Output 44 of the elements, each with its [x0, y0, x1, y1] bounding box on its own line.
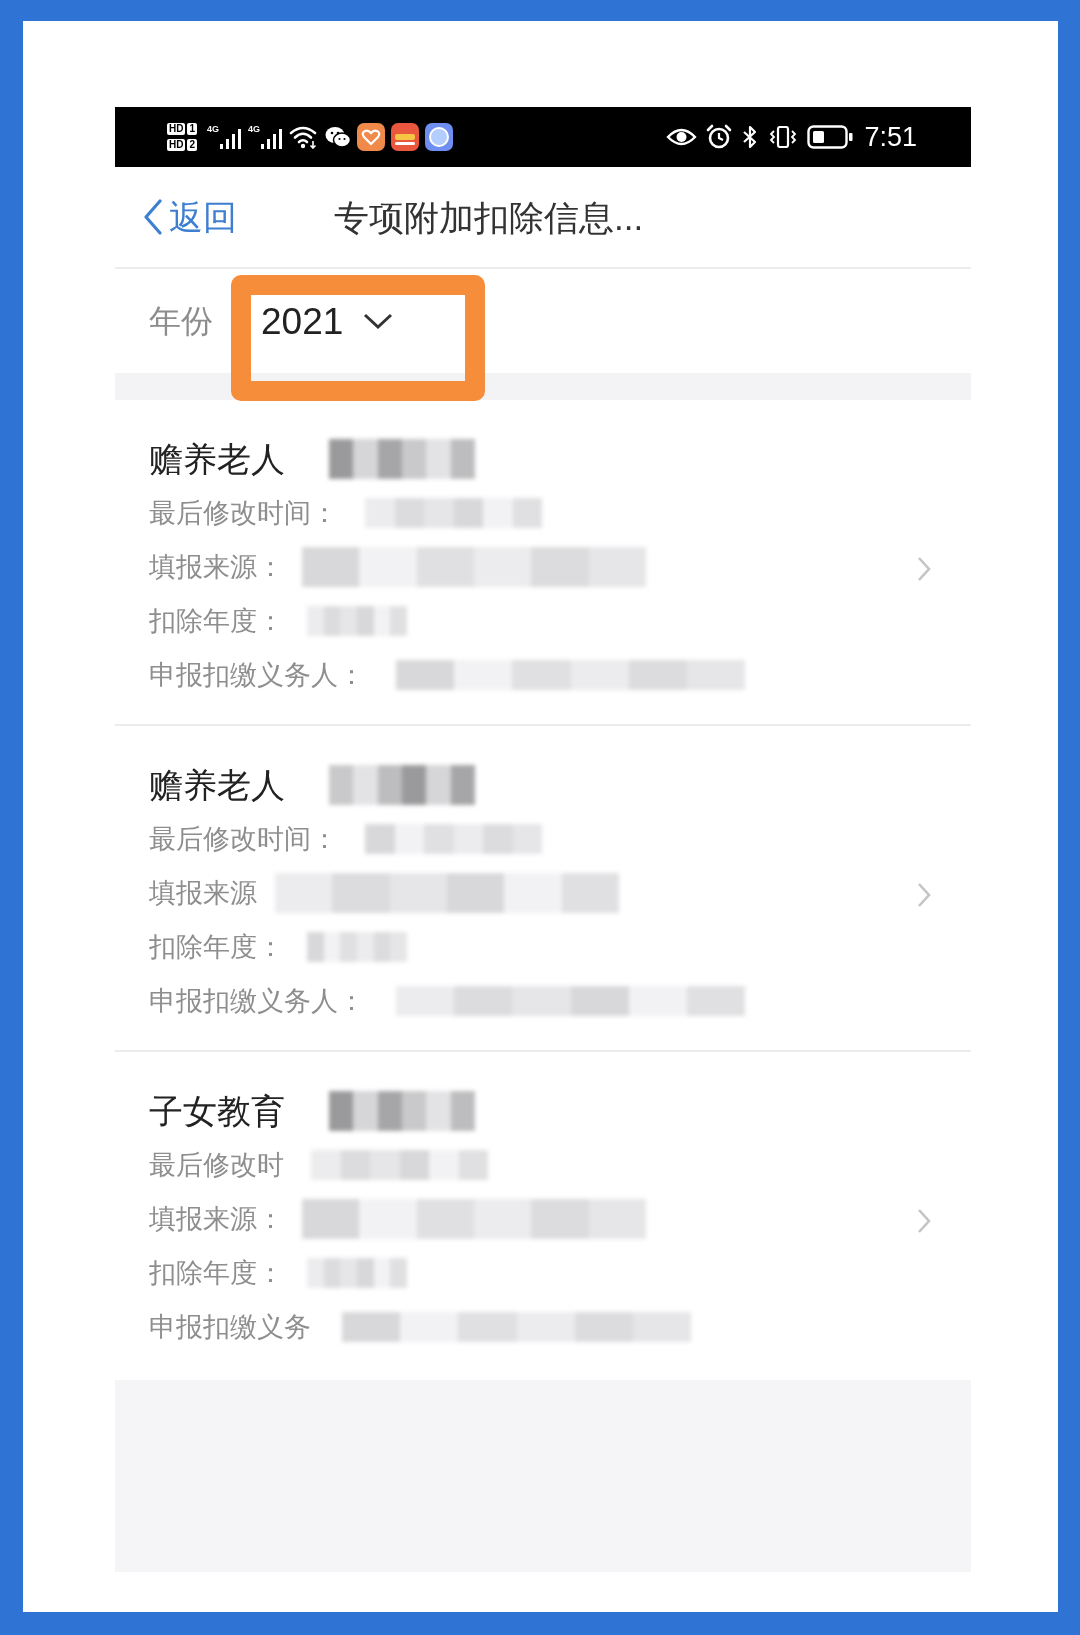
network-type-label: 4G [248, 125, 261, 134]
back-button[interactable]: 返回 [143, 199, 237, 235]
year-label: 年份 [149, 305, 213, 337]
vibrate-icon [768, 126, 799, 148]
eye-icon [666, 127, 698, 147]
record-list-item[interactable]: 赡养老人 最后修改时间： 填报来源 扣除年度： 申报扣缴义务人： [115, 726, 971, 1052]
chevron-right-icon [917, 882, 931, 908]
field-label: 申报扣缴义务人： [149, 661, 365, 689]
status-time: 7:51 [864, 123, 917, 151]
sim-slot-badge: 2 [187, 139, 197, 151]
record-title: 子女教育 [149, 1094, 285, 1128]
record-list-item[interactable]: 子女教育 最后修改时 填报来源： 扣除年度： 申报扣缴义务 [115, 1052, 971, 1376]
heart-app-icon [357, 123, 386, 151]
signal-icon [261, 129, 284, 149]
chevron-right-icon [917, 1208, 931, 1234]
field-label: 填报来源： [149, 553, 284, 581]
stripes-app-icon [391, 123, 420, 151]
battery-icon [807, 125, 854, 149]
record-title: 赡养老人 [149, 768, 285, 802]
record-title: 赡养老人 [149, 442, 285, 476]
back-chevron-icon [143, 199, 163, 235]
field-label: 申报扣缴义务人： [149, 987, 365, 1015]
year-dropdown[interactable]: 2021 [261, 302, 394, 340]
page-title: 专项附加扣除信息... [334, 199, 644, 235]
sim-hd-badge: HD [167, 123, 186, 135]
chevron-right-icon [917, 556, 931, 582]
chevron-down-icon [363, 312, 394, 330]
field-label: 最后修改时 [149, 1151, 284, 1179]
circle-app-icon [425, 123, 454, 151]
signal-icon [220, 129, 243, 149]
sim-hd-badge: HD [167, 139, 186, 151]
alarm-clock-icon [706, 124, 733, 150]
sim-slot-badge: 1 [187, 123, 197, 135]
network-type-label: 4G [207, 125, 220, 134]
field-label: 填报来源： [149, 1205, 284, 1233]
field-label: 填报来源 [149, 879, 257, 907]
record-list-item[interactable]: 赡养老人 最后修改时间： 填报来源： 扣除年度： 申报扣缴义务人： [115, 400, 971, 726]
field-label: 申报扣缴义务 [149, 1313, 311, 1341]
chat-bubbles-icon [325, 126, 352, 148]
field-label: 扣除年度： [149, 607, 284, 635]
field-label: 最后修改时间： [149, 825, 338, 853]
field-label: 扣除年度： [149, 933, 284, 961]
field-label: 最后修改时间： [149, 499, 338, 527]
field-label: 扣除年度： [149, 1259, 284, 1287]
